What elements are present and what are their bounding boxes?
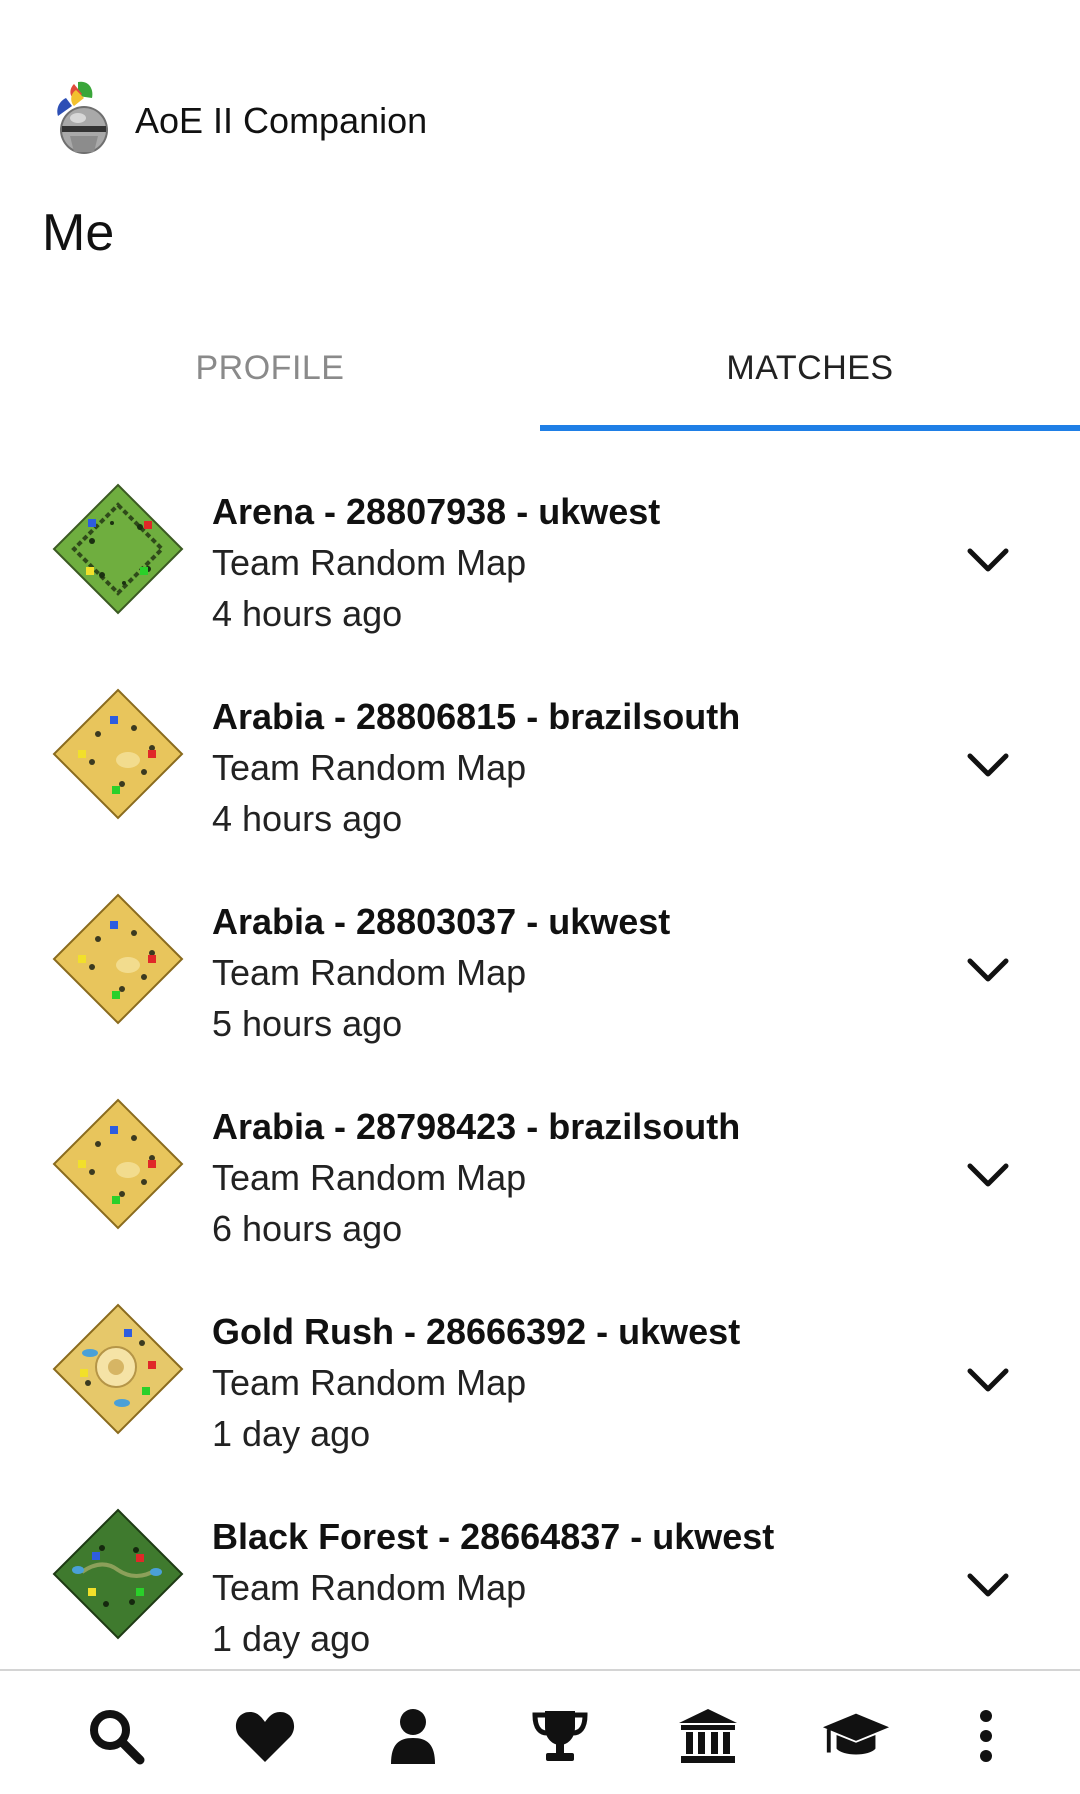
nav-civilizations[interactable] <box>673 1701 743 1771</box>
graduation-cap-icon <box>822 1713 890 1755</box>
match-type: Team Random Map <box>212 1567 527 1608</box>
chevron-down-icon[interactable] <box>966 750 1010 780</box>
map-arabia-icon <box>52 688 184 820</box>
tab-matches[interactable]: MATCHES <box>540 335 1080 431</box>
map-black-forest-icon <box>52 1508 184 1640</box>
match-time: 4 hours ago <box>212 593 403 634</box>
match-title: Gold Rush - 28666392 - ukwest <box>212 1311 741 1352</box>
map-arabia-icon <box>52 893 184 1025</box>
match-time: 4 hours ago <box>212 798 403 839</box>
match-row[interactable]: Arabia - 28806815 - brazilsouth Team Ran… <box>0 670 1080 875</box>
nav-favorites[interactable] <box>230 1701 300 1771</box>
nav-profile[interactable] <box>378 1701 448 1771</box>
user-icon <box>391 1709 435 1764</box>
match-row[interactable]: Black Forest - 28664837 - ukwest Team Ra… <box>0 1490 1080 1695</box>
chevron-down-icon[interactable] <box>966 1365 1010 1395</box>
match-title: Black Forest - 28664837 - ukwest <box>212 1516 775 1557</box>
match-title: Arabia - 28803037 - ukwest <box>212 901 671 942</box>
chevron-down-icon[interactable] <box>966 545 1010 575</box>
map-gold-rush-icon <box>52 1303 184 1435</box>
chevron-down-icon[interactable] <box>966 1160 1010 1190</box>
match-time: 5 hours ago <box>212 1003 403 1044</box>
match-title: Arabia - 28806815 - brazilsouth <box>212 696 741 737</box>
match-row[interactable]: Arena - 28807938 - ukwest Team Random Ma… <box>0 465 1080 670</box>
active-tab-indicator <box>540 425 1080 431</box>
match-type: Team Random Map <box>212 747 527 788</box>
match-row[interactable]: Gold Rush - 28666392 - ukwest Team Rando… <box>0 1285 1080 1490</box>
map-arabia-icon <box>52 1098 184 1230</box>
bottom-nav <box>0 1669 1080 1794</box>
match-row[interactable]: Arabia - 28803037 - ukwest Team Random M… <box>0 875 1080 1080</box>
trophy-icon <box>532 1711 588 1761</box>
more-vertical-icon <box>980 1710 992 1762</box>
tab-profile[interactable]: PROFILE <box>0 335 540 431</box>
nav-more[interactable] <box>951 1701 1021 1771</box>
match-type: Team Random Map <box>212 952 527 993</box>
match-time: 1 day ago <box>212 1413 371 1454</box>
app-header: AoE II Companion <box>0 0 1080 190</box>
heart-icon <box>235 1712 295 1762</box>
app-title: AoE II Companion <box>135 100 428 141</box>
knight-helmet-icon <box>57 81 108 154</box>
page-title: Me <box>42 204 115 262</box>
chevron-down-icon[interactable] <box>966 955 1010 985</box>
match-row[interactable]: Arabia - 28798423 - brazilsouth Team Ran… <box>0 1080 1080 1285</box>
match-type: Team Random Map <box>212 1157 527 1198</box>
search-icon <box>90 1710 145 1765</box>
bank-icon <box>679 1709 737 1763</box>
nav-leaderboard[interactable] <box>525 1701 595 1771</box>
chevron-down-icon[interactable] <box>966 1570 1010 1600</box>
match-time: 6 hours ago <box>212 1208 403 1249</box>
tab-bar: PROFILE MATCHES <box>0 335 1080 431</box>
match-title: Arabia - 28798423 - brazilsouth <box>212 1106 741 1147</box>
match-title: Arena - 28807938 - ukwest <box>212 491 661 532</box>
nav-search[interactable] <box>81 1701 151 1771</box>
match-type: Team Random Map <box>212 542 527 583</box>
map-arena-icon <box>52 483 184 615</box>
nav-guides[interactable] <box>821 1701 891 1771</box>
match-type: Team Random Map <box>212 1362 527 1403</box>
match-time: 1 day ago <box>212 1618 371 1659</box>
